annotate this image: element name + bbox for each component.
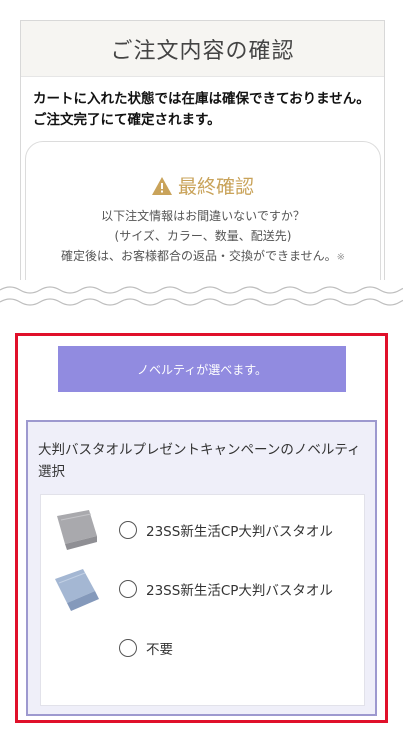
radio-button[interactable] xyxy=(119,580,137,598)
radio-button[interactable] xyxy=(119,639,137,657)
final-line-1: 以下注文情報はお間違いないですか？ xyxy=(101,209,305,223)
footnote-mark: ※ xyxy=(336,251,346,263)
final-line-3: 確定後は、お客様都合の返品・交換ができません。※ xyxy=(60,248,346,263)
option-label: 23SS新生活CP大判バスタオル xyxy=(146,524,333,540)
option-label: 不要 xyxy=(146,642,173,658)
novelty-option-none[interactable]: 不要 xyxy=(41,621,364,675)
stock-notice: カートに入れた状態では在庫は確保できておりません。ご注文完了にて確定されます。 xyxy=(33,91,370,128)
novelty-banner: ノベルティが選べます。 xyxy=(58,346,346,392)
wavy-divider xyxy=(0,280,403,316)
order-confirmation-card: ご注文内容の確認 カートに入れた状態では在庫は確保できておりません。ご注文完了に… xyxy=(20,20,385,295)
page-header: ご注文内容の確認 xyxy=(21,21,384,77)
radio-button[interactable] xyxy=(119,521,137,539)
campaign-title: 大判バスタオルプレゼントキャンペーンのノベルティ選択 xyxy=(38,442,361,480)
novelty-option-gray-towel[interactable]: 23SS新生活CP大判バスタオル xyxy=(41,503,364,557)
novelty-option-blue-towel[interactable]: 23SS新生活CP大判バスタオル xyxy=(41,562,364,616)
novelty-highlight-frame: ノベルティが選べます。 大判バスタオルプレゼントキャンペーンのノベルティ選択 2… xyxy=(15,333,388,723)
gray-towel-thumbnail xyxy=(57,510,97,550)
blue-towel-thumbnail xyxy=(55,569,99,611)
final-confirmation-box: 最終確認 以下注文情報はお間違いないですか？ (サイズ、カラー、数量、配送先) … xyxy=(25,141,381,295)
warning-icon xyxy=(151,176,172,195)
final-confirmation-heading: 最終確認 xyxy=(26,172,380,199)
option-label: 23SS新生活CP大判バスタオル xyxy=(146,583,333,599)
final-confirmation-title: 最終確認 xyxy=(177,176,254,198)
novelty-options: 23SS新生活CP大判バスタオル 23SS新生活CP大判バスタオル 不要 xyxy=(40,494,365,706)
final-line-2: (サイズ、カラー、数量、配送先) xyxy=(114,228,292,243)
final-confirmation-text: 以下注文情報はお間違いないですか？ (サイズ、カラー、数量、配送先) 確定後は、… xyxy=(26,207,380,266)
campaign-box: 大判バスタオルプレゼントキャンペーンのノベルティ選択 23SS新生活CP大判バス… xyxy=(26,420,377,716)
page-title: ご注文内容の確認 xyxy=(110,38,295,64)
